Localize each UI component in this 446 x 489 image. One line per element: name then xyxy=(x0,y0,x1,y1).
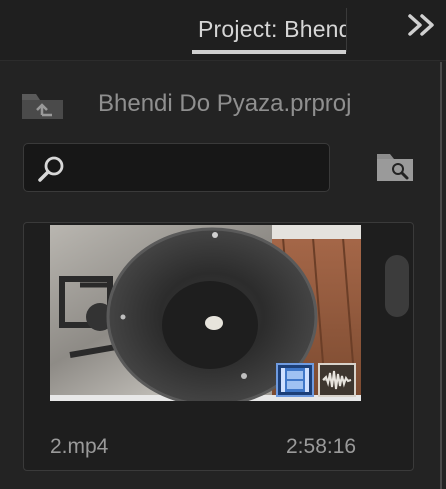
clip-thumbnail xyxy=(50,225,361,401)
filmstrip-icon xyxy=(281,368,309,392)
search-field[interactable] xyxy=(23,143,330,192)
tab-project-label: Project: Bhendi Do Pyaza xyxy=(198,16,346,42)
folder-search-icon xyxy=(377,154,413,181)
folder-up-icon xyxy=(22,94,63,119)
bin-contents: 2.mp4 2:58:16 xyxy=(23,222,414,471)
tab-divider xyxy=(346,8,347,52)
waveform-icon xyxy=(322,370,352,390)
video-track-badge xyxy=(276,363,314,397)
project-file-name: Bhendi Do Pyaza.prproj xyxy=(98,90,352,117)
audio-track-badge xyxy=(318,363,356,397)
clip-item[interactable]: 2.mp4 2:58:16 xyxy=(24,223,396,470)
tab-project[interactable]: Project: Bhendi Do Pyaza xyxy=(192,6,346,54)
clip-thumbnail-image xyxy=(50,225,361,401)
tab-overflow-button[interactable] xyxy=(404,10,440,42)
panel-tab-bar: Project: Bhendi Do Pyaza xyxy=(0,0,446,60)
project-panel: Project: Bhendi Do Pyaza Bhendi Do Pyaza… xyxy=(0,0,446,489)
navigate-up-button[interactable] xyxy=(20,88,66,122)
active-tab-indicator xyxy=(192,50,346,54)
search-input[interactable] xyxy=(76,152,325,184)
bin-scrollbar-thumb[interactable] xyxy=(385,255,409,317)
magnifier-icon xyxy=(38,156,64,182)
double-chevron-right-icon xyxy=(408,14,434,36)
find-button[interactable] xyxy=(374,150,416,184)
header-separator xyxy=(0,60,446,61)
project-path-row: Bhendi Do Pyaza.prproj xyxy=(0,80,446,130)
clip-duration: 2:58:16 xyxy=(286,435,357,458)
clip-name: 2.mp4 xyxy=(50,435,109,458)
